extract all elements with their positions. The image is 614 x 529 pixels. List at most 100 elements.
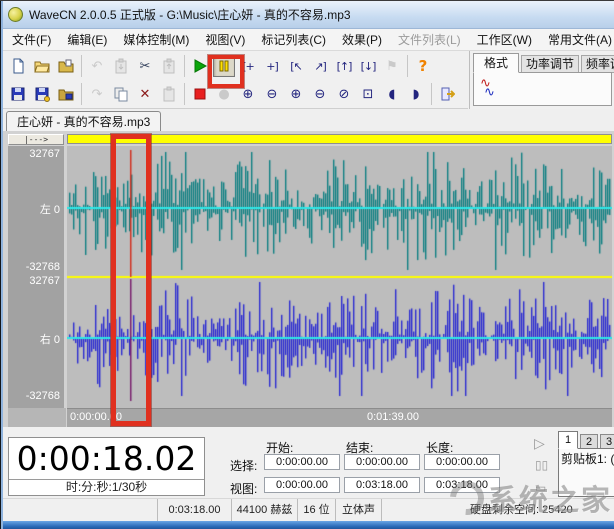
paste-special-icon	[161, 86, 177, 102]
paste-mix-icon	[161, 58, 177, 74]
view-end-field[interactable]: 0:03:18.00	[344, 477, 420, 493]
menu-file[interactable]: 文件(F)	[4, 29, 59, 51]
menu-common-files[interactable]: 常用文件(A)	[540, 29, 614, 51]
zoom-out-vertical-icon: ⊖	[267, 88, 278, 101]
save-button[interactable]	[7, 83, 29, 105]
toolbar-separator	[407, 55, 408, 77]
zoom-left-button[interactable]: ◖	[381, 83, 403, 105]
new-file-button[interactable]	[7, 55, 29, 77]
zoom-right-button[interactable]: ◗	[405, 83, 427, 105]
record-icon: ●	[218, 88, 229, 101]
selection-end-field[interactable]: 0:00:00.00	[344, 454, 420, 470]
time-format-label: 时:分:秒:1/30秒	[9, 479, 204, 495]
tab-frequency-adjust[interactable]: 频率调节	[581, 55, 614, 73]
zoom-reset-button[interactable]: ⊘	[333, 83, 355, 105]
selection-length-field[interactable]: 0:00:00.00	[424, 454, 500, 470]
window-title: WaveCN 2.0.0.5 正式版 - G:\Music\庄心妍 - 真的不容…	[29, 6, 351, 23]
zoom-selection-button[interactable]: ⊡	[357, 83, 379, 105]
tab-power-adjust[interactable]: 功率调节	[521, 55, 579, 73]
ruler-mode-button[interactable]: |--->	[8, 134, 64, 145]
mini-stop-button[interactable]: ▭	[535, 481, 546, 495]
scale-left-min: -32768	[26, 261, 60, 273]
paste-special-button[interactable]	[158, 83, 180, 105]
menu-marker-list[interactable]: 标记列表(C)	[253, 29, 334, 51]
view-start-field[interactable]: 0:00:00.00	[264, 477, 340, 493]
select-to-end-icon: +]	[266, 61, 278, 72]
document-tab[interactable]: 庄心妍 - 真的不容易.mp3	[6, 111, 161, 133]
marker-flag-button[interactable]: ⚑	[381, 55, 403, 77]
exit-door-icon	[439, 86, 455, 102]
side-panel-body: ∿ ∿	[473, 72, 612, 106]
menu-bar: 文件(F) 编辑(E) 媒体控制(M) 视图(V) 标记列表(C) 效果(P) …	[0, 29, 614, 51]
toolbar-separator	[184, 55, 185, 77]
import-file-button[interactable]	[55, 55, 77, 77]
toolbar-separator	[184, 83, 185, 105]
menu-workspace[interactable]: 工作区(W)	[469, 29, 540, 51]
clipboard-tab-3[interactable]: 3	[600, 434, 614, 449]
zoom-selection-icon: ⊡	[363, 88, 374, 101]
stop-icon	[192, 86, 208, 102]
menu-edit[interactable]: 编辑(E)	[59, 29, 115, 51]
mini-play-button[interactable]: ▷	[534, 435, 545, 452]
copy-button[interactable]	[110, 83, 132, 105]
paste-mix-button[interactable]	[158, 55, 180, 77]
format-convert-button[interactable]: ∿ ∿	[480, 76, 500, 98]
menu-view[interactable]: 视图(V)	[197, 29, 253, 51]
zoom-out-horizontal-button[interactable]: ⊖	[309, 83, 331, 105]
zoom-out-horizontal-icon: ⊖	[315, 88, 326, 101]
side-panel: 格式 功率调节 频率调节 ∿ ∿	[469, 51, 614, 109]
scale-left-zero: 左 0	[40, 201, 60, 217]
import-folder-icon	[58, 58, 74, 74]
paste-insert-button[interactable]	[110, 55, 132, 77]
menu-effects[interactable]: 效果(P)	[334, 29, 390, 51]
current-time-value: 0:00:18.02	[9, 438, 204, 479]
zoom-in-horizontal-button[interactable]: ⊕	[285, 83, 307, 105]
save-all-icon	[58, 86, 74, 102]
save-as-button[interactable]	[31, 83, 53, 105]
view-row-label: 视图:	[230, 480, 257, 497]
select-all-button[interactable]: [↑]	[333, 55, 355, 77]
status-empty	[0, 499, 158, 521]
tab-format[interactable]: 格式	[473, 53, 519, 73]
window-left-border	[0, 1, 3, 529]
zoom-reset-icon: ⊘	[339, 88, 350, 101]
cut-button[interactable]: ✂	[134, 55, 156, 77]
view-length-field[interactable]: 0:03:18.00	[424, 477, 500, 493]
undo-button[interactable]: ↶	[86, 55, 108, 77]
document-tab-bar: 庄心妍 - 真的不容易.mp3	[0, 109, 614, 133]
app-icon	[8, 7, 23, 22]
exit-button[interactable]	[436, 83, 458, 105]
save-all-button[interactable]	[55, 83, 77, 105]
status-bit-depth: 16 位	[298, 499, 336, 521]
select-view-start-button[interactable]: [↖	[285, 55, 307, 77]
zoom-in-vertical-icon: ⊕	[243, 88, 254, 101]
select-none-icon: [↓]	[361, 61, 376, 72]
selection-start-field[interactable]: 0:00:00.00	[264, 454, 340, 470]
menu-media-control[interactable]: 媒体控制(M)	[115, 29, 197, 51]
zoom-out-vertical-button[interactable]: ⊖	[261, 83, 283, 105]
help-icon: ?	[419, 59, 428, 74]
play-icon	[192, 58, 208, 74]
select-view-end-button[interactable]: ↗]	[309, 55, 331, 77]
scale-left-max: 32767	[29, 148, 60, 160]
window-bottom-border	[0, 521, 614, 529]
scale-right-min: -32768	[26, 390, 60, 402]
clipboard-tab-2[interactable]: 2	[580, 434, 598, 449]
mini-pause-button[interactable]: ▯▯	[535, 458, 548, 472]
select-none-button[interactable]: [↓]	[357, 55, 379, 77]
help-button[interactable]: ?	[412, 55, 434, 77]
select-to-end-button[interactable]: +]	[261, 55, 283, 77]
redo-button[interactable]: ↷	[86, 83, 108, 105]
new-file-icon	[10, 58, 26, 74]
undo-icon: ↶	[92, 60, 103, 73]
copy-icon	[113, 86, 129, 102]
annotation-waveform-region-highlight	[111, 134, 151, 426]
status-disk-space: 硬盘剩余空间: 25420	[382, 499, 614, 521]
delete-button[interactable]: ✕	[134, 83, 156, 105]
clipboard-tab-1[interactable]: 1	[558, 431, 578, 449]
select-all-icon: [↑]	[337, 61, 352, 72]
save-icon	[10, 86, 26, 102]
toolbar-separator	[81, 55, 82, 77]
open-file-button[interactable]	[31, 55, 53, 77]
paste-insert-icon	[113, 58, 129, 74]
